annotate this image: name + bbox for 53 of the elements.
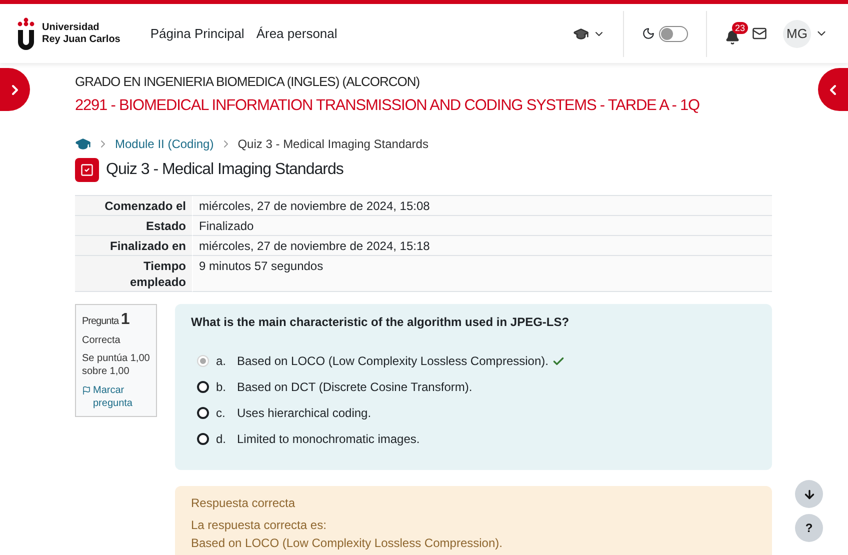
table-header-cell: Comenzado el [75,196,192,216]
home-icon[interactable] [75,136,91,152]
course-title: 2291 - BIOMEDICAL INFORMATION TRANSMISSION AND CODING SYSTEMS - TARDE A - 1Q [75,96,700,116]
radio-button[interactable] [197,381,209,393]
table-cell: miércoles, 27 de noviembre de 2024, 15:08 [192,196,772,216]
envelope-icon [752,26,767,41]
course-menu-button[interactable] [573,26,605,42]
graduation-cap-icon [573,26,589,42]
moon-icon [642,27,655,40]
logo-text: Rey Juan Carlos [42,34,120,46]
arrow-down-icon [802,488,816,500]
option-letter: d. [216,432,228,446]
bell-icon [725,30,740,45]
table-cell: Finalizado [192,216,772,236]
question-number: Pregunta 1 [82,311,130,329]
open-drawer-button[interactable] [818,68,848,111]
option-letter: c. [216,406,226,420]
table-header-cell: Estado [75,216,192,236]
table-header-cell: Finalizado en [75,236,192,256]
table-header-cell: Tiempo empleado [75,256,192,292]
flag-question-link[interactable]: Marcar pregunta [93,384,150,410]
page-title: Quiz 3 - Medical Imaging Standards [106,160,344,180]
option-letter: b. [216,380,228,394]
feedback-title: Respuesta correcta [191,495,296,511]
quiz-icon [75,158,99,182]
feedback-text: Based on LOCO (Low Complexity Lossless Compression). [191,535,504,551]
radio-button[interactable] [197,407,209,419]
option-text: Based on DCT (Discrete Cosine Transform). [237,380,472,394]
messages-button[interactable] [752,26,767,41]
course-category: GRADO EN INGENIERIA BIOMEDICA (INGLES) (ALCORCON) [75,74,421,90]
radio-button[interactable] [197,433,209,445]
university-logo-icon [16,17,36,50]
logo-text: Universidad [42,22,100,34]
nav-link[interactable]: Área personal [256,26,338,41]
notifications-button[interactable]: 23 [725,22,746,45]
flag-icon[interactable] [82,386,91,395]
current-page-label: Quiz 3 - Medical Imaging Standards [238,136,428,152]
open-drawer-button[interactable] [0,68,30,111]
dark-mode-switch[interactable] [659,26,688,42]
table-cell: 9 minutos 57 segundos [192,256,772,292]
option-text: Uses hierarchical coding. [237,406,372,420]
option-text: Limited to monochromatic images. [237,432,420,446]
question-status: Correcta [82,335,122,346]
scroll-down-button[interactable] [795,480,823,508]
question-text: What is the main characteristic of the algorithm used in JPEG-LS? [191,314,570,330]
feedback-text: La respuesta correcta es: [191,517,328,533]
help-button[interactable]: ? [795,514,823,542]
question-score: Se puntúa 1,00 sobre 1,00 [82,352,150,378]
nav-link[interactable]: Página Principal [150,26,244,41]
breadcrumb-link[interactable]: Module II (Coding) [115,136,214,152]
table-cell: miércoles, 27 de noviembre de 2024, 15:18 [192,236,772,256]
option-letter: a. [216,354,228,368]
option-text: Based on LOCO (Low Complexity Lossless Compression). [237,354,548,368]
